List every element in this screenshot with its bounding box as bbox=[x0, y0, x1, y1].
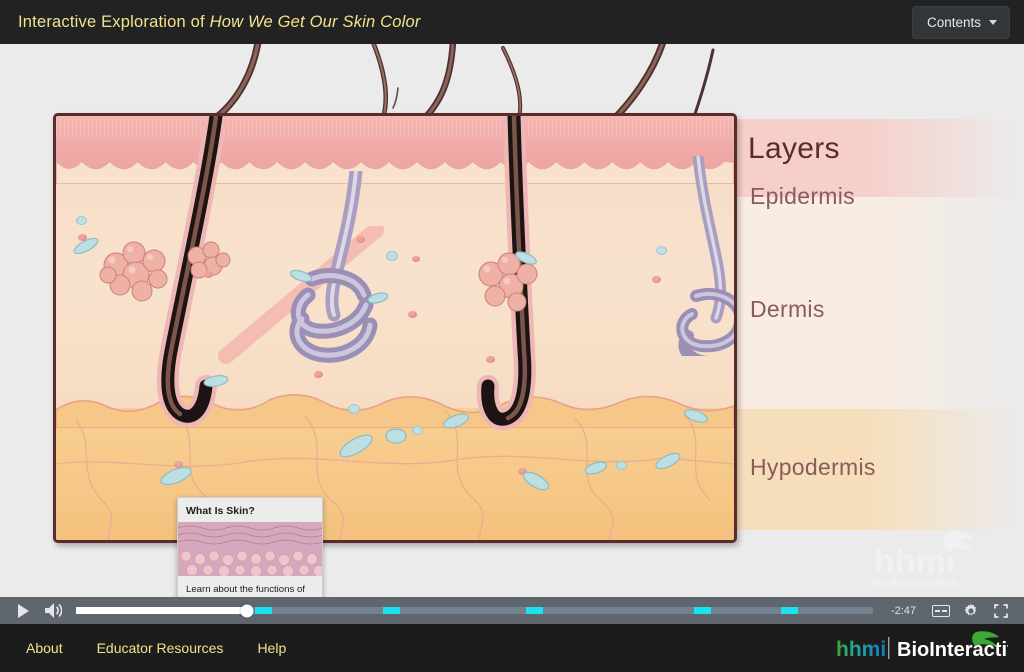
cc-dash-left bbox=[935, 609, 941, 612]
cc-icon bbox=[932, 604, 950, 617]
logo-divider bbox=[888, 637, 890, 659]
chapter-marker[interactable] bbox=[693, 607, 711, 614]
progress-track[interactable] bbox=[76, 604, 873, 617]
gear-icon bbox=[964, 603, 977, 615]
chapter-marker[interactable] bbox=[526, 607, 544, 614]
cc-dash-right bbox=[941, 609, 947, 612]
page-title-prefix: Interactive Exploration of bbox=[18, 12, 210, 31]
progress-scrubber[interactable] bbox=[76, 597, 873, 624]
popup-title: What Is Skin? bbox=[186, 505, 255, 517]
contents-button[interactable]: Contents bbox=[911, 5, 1010, 39]
scrubber-handle[interactable] bbox=[240, 604, 254, 617]
play-icon bbox=[18, 603, 29, 618]
fullscreen-button[interactable] bbox=[986, 597, 1016, 624]
layer-label-hypodermis[interactable]: Hypodermis bbox=[750, 454, 876, 481]
layers-heading: Layers bbox=[748, 132, 840, 165]
page-title: Interactive Exploration of How We Get Ou… bbox=[18, 13, 421, 32]
capillaries bbox=[73, 237, 709, 491]
fullscreen-icon bbox=[994, 603, 1008, 618]
footer-link-educator-resources[interactable]: Educator Resources bbox=[97, 640, 224, 656]
skin-cross-section-illustration[interactable] bbox=[53, 113, 737, 543]
hhmi-watermark: hhmi BioInteractive bbox=[872, 531, 974, 589]
chapter-marker[interactable] bbox=[781, 607, 799, 614]
chevron-down-icon bbox=[989, 19, 997, 25]
play-button[interactable] bbox=[8, 597, 38, 624]
info-popup-card[interactable]: What Is Skin? Learn about the functions … bbox=[177, 497, 323, 597]
footer-link-about[interactable]: About bbox=[26, 640, 63, 656]
layer-label-epidermis[interactable]: Epidermis bbox=[750, 183, 855, 210]
footer-bar: About Educator Resources Help hhmi BioIn… bbox=[0, 624, 1024, 672]
video-control-bar: -2:47 bbox=[0, 597, 1024, 624]
chapter-marker[interactable] bbox=[382, 607, 400, 614]
top-bar: Interactive Exploration of How We Get Ou… bbox=[0, 0, 1024, 44]
svg-text:hhmi: hhmi bbox=[874, 543, 955, 581]
popup-thumbnail-image bbox=[178, 522, 322, 576]
popup-description: Learn about the functions of the differe… bbox=[186, 584, 305, 597]
interactive-stage[interactable]: Layers Epidermis Dermis Hypodermis hhmi … bbox=[0, 44, 1024, 597]
app-root: Interactive Exploration of How We Get Ou… bbox=[0, 0, 1024, 672]
logo-graphic: hhmi BioInteractive bbox=[836, 631, 1008, 661]
logo-hhmi-text: hhmi bbox=[836, 638, 886, 661]
hhmi-biointeractive-logo[interactable]: hhmi BioInteractive bbox=[836, 631, 1008, 665]
settings-button[interactable] bbox=[956, 597, 986, 624]
footer-link-help[interactable]: Help bbox=[257, 640, 286, 656]
contents-button-label: Contents bbox=[926, 14, 981, 30]
chapter-marker[interactable] bbox=[255, 607, 273, 614]
volume-icon bbox=[44, 603, 62, 618]
layer-label-dermis[interactable]: Dermis bbox=[750, 296, 825, 323]
captions-button[interactable] bbox=[926, 597, 956, 624]
volume-button[interactable] bbox=[38, 597, 68, 624]
page-title-emphasis: How We Get Our Skin Color bbox=[209, 12, 421, 31]
svg-text:BioInteractive: BioInteractive bbox=[872, 575, 958, 589]
time-remaining-label: -2:47 bbox=[890, 604, 916, 617]
progress-fill bbox=[76, 607, 248, 614]
footer-links: About Educator Resources Help bbox=[26, 640, 286, 656]
